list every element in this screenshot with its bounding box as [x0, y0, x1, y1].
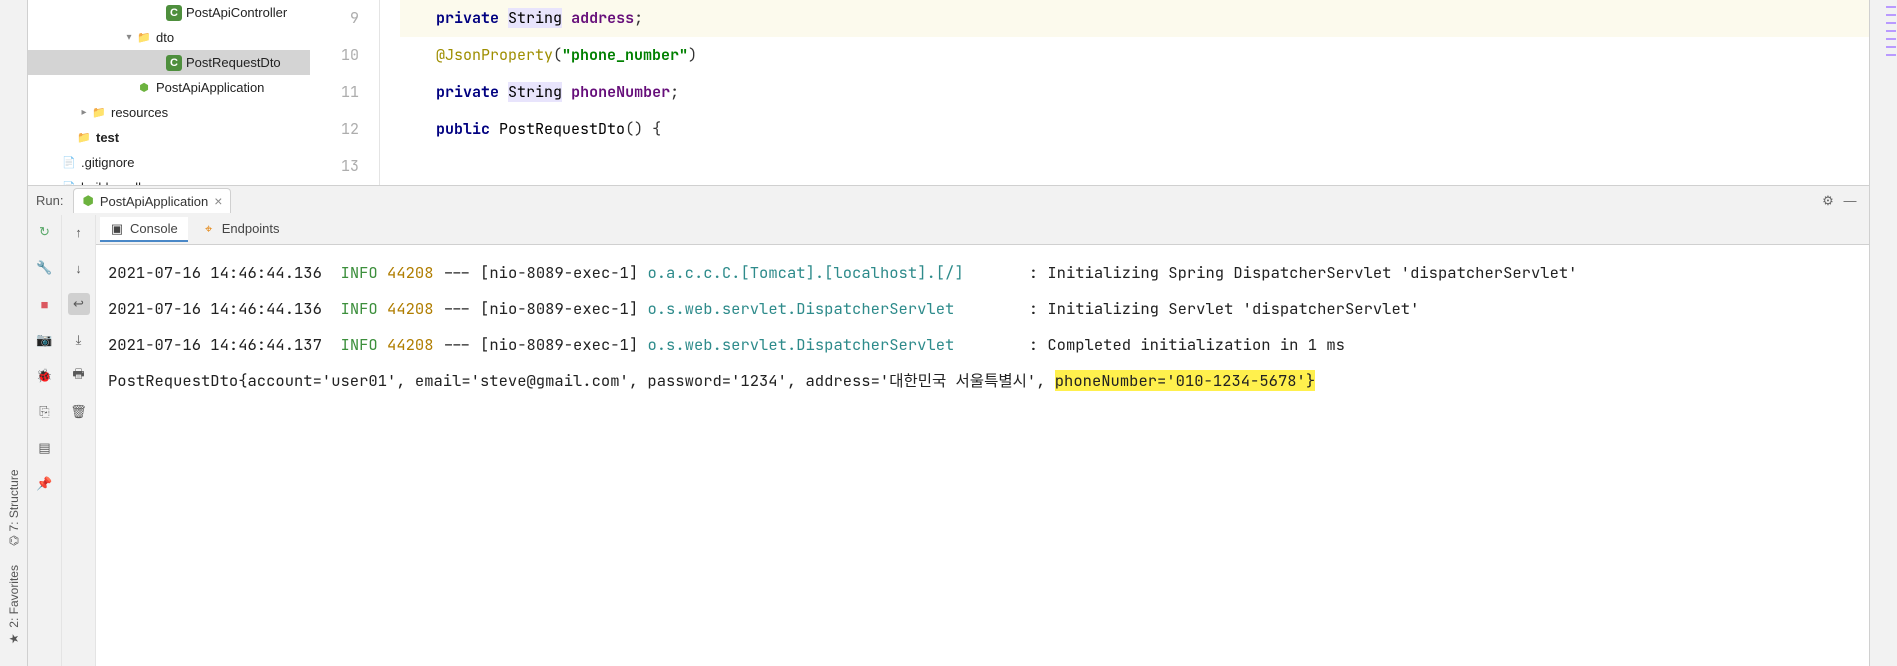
log-line: 2021-07-16 14:46:44.137 INFO 44208 --- [… — [108, 327, 1857, 363]
run-toolwindow-body: ↻ 🔧 ■ 📷 🐞 ⎘ ▤ 📌 ↑ ↓ ↩ ⤓ 🖶 🗑 ▣ Console ⌖ … — [28, 215, 1869, 666]
run-subtabs: ▣ Console ⌖ Endpoints — [96, 215, 1869, 245]
tree-row[interactable]: 📄 .gitignore — [28, 150, 310, 175]
endpoints-tab-label: Endpoints — [222, 221, 280, 236]
code-line[interactable]: private String address; — [400, 0, 1869, 37]
star-icon: ★ — [7, 632, 21, 646]
chevron-icon[interactable] — [62, 131, 76, 145]
log-line: 2021-07-16 14:46:44.136 INFO 44208 --- [… — [108, 291, 1857, 327]
tree-row[interactable]: ⬢ PostApiApplication — [28, 75, 310, 100]
favorites-label: 2: Favorites — [7, 565, 21, 628]
layers-button[interactable]: ▤ — [34, 437, 56, 459]
clear-button[interactable]: 🗑 — [68, 401, 90, 423]
log-line: 2021-07-16 14:46:44.136 INFO 44208 --- [… — [108, 255, 1857, 291]
run-tab-label: PostApiApplication — [100, 194, 208, 209]
chevron-icon[interactable]: ▾ — [122, 31, 136, 45]
endpoints-icon: ⌖ — [202, 222, 216, 236]
editor-code-area[interactable]: private String address; @JsonProperty("p… — [380, 0, 1869, 185]
tree-row[interactable]: ▸📁 resources — [28, 100, 310, 125]
run-toolwindow-header: Run: ⬢ PostApiApplication × ⚙ — — [28, 185, 1869, 215]
console-tab-label: Console — [130, 221, 178, 236]
exit-button[interactable]: ⎘ — [34, 401, 56, 423]
code-editor[interactable]: 910111213 private String address; @JsonP… — [310, 0, 1869, 185]
tree-row[interactable]: ▾📁 dto — [28, 25, 310, 50]
tree-item-label: resources — [111, 105, 168, 120]
run-label: Run: — [36, 193, 63, 208]
folder-icon: 📁 — [76, 130, 92, 146]
spring-icon: ⬢ — [136, 80, 152, 96]
tree-item-label: .gitignore — [81, 155, 134, 170]
tree-item-label: test — [96, 130, 119, 145]
tree-item-label: dto — [156, 30, 174, 45]
print-button[interactable]: 🖶 — [68, 365, 90, 387]
gear-icon[interactable]: ⚙ — [1817, 190, 1839, 212]
chevron-icon[interactable] — [47, 156, 61, 170]
structure-icon: ⌬ — [8, 533, 18, 547]
bug-button[interactable]: 🐞 — [34, 365, 56, 387]
spring-icon: ⬢ — [82, 193, 93, 209]
folder-icon: 📁 — [91, 105, 107, 121]
code-line[interactable]: private String phoneNumber; — [400, 74, 1869, 111]
tree-row[interactable]: C PostRequestDto — [28, 50, 310, 75]
project-tree[interactable]: CPostApiController▾📁dtoCPostRequestDto⬢P… — [28, 0, 310, 185]
tree-row[interactable]: 📄build.gradle — [28, 175, 310, 185]
structure-label: 7: Structure — [7, 469, 21, 531]
file-icon: 📄 — [61, 155, 77, 171]
rerun-button[interactable]: ↻ — [34, 221, 56, 243]
stop-button[interactable]: ■ — [34, 293, 56, 315]
soft-wrap-button[interactable]: ↩ — [68, 293, 90, 315]
run-toolbar-primary: ↻ 🔧 ■ 📷 🐞 ⎘ ▤ 📌 — [28, 215, 62, 666]
code-line[interactable]: @JsonProperty("phone_number") — [400, 37, 1869, 74]
scroll-up-button[interactable]: ↑ — [68, 221, 90, 243]
folder-icon: 📁 — [136, 30, 152, 46]
camera-button[interactable]: 📷 — [34, 329, 56, 351]
error-stripe[interactable] — [1886, 0, 1896, 62]
chevron-icon[interactable] — [152, 6, 166, 20]
left-tool-rail: ⌬ 7: Structure ★ 2: Favorites — [0, 0, 28, 666]
code-line[interactable]: public PostRequestDto() { — [400, 111, 1869, 148]
editor-gutter[interactable]: 910111213 — [310, 0, 380, 185]
tree-item-label: PostApiApplication — [156, 80, 264, 95]
scroll-down-button[interactable]: ↓ — [68, 257, 90, 279]
tree-row[interactable]: C PostApiController — [28, 0, 310, 25]
tab-console[interactable]: ▣ Console — [100, 217, 188, 242]
close-icon[interactable]: × — [214, 193, 222, 209]
tree-item-label: PostApiController — [186, 5, 287, 20]
hide-icon[interactable]: — — [1839, 190, 1861, 212]
right-tool-rail — [1869, 0, 1897, 666]
wrench-button[interactable]: 🔧 — [34, 257, 56, 279]
class-icon: C — [166, 5, 182, 21]
favorites-tool-button[interactable]: ★ 2: Favorites — [7, 565, 21, 646]
class-icon: C — [166, 55, 182, 71]
chevron-icon[interactable]: ▸ — [77, 106, 91, 120]
chevron-icon[interactable] — [152, 56, 166, 70]
scroll-end-button[interactable]: ⤓ — [68, 329, 90, 351]
tree-item-label: PostRequestDto — [186, 55, 281, 70]
console-icon: ▣ — [110, 222, 124, 236]
tree-row[interactable]: 📁 test — [28, 125, 310, 150]
run-toolbar-secondary: ↑ ↓ ↩ ⤓ 🖶 🗑 — [62, 215, 96, 666]
pin-button[interactable]: 📌 — [34, 473, 56, 495]
console-output[interactable]: 2021-07-16 14:46:44.136 INFO 44208 --- [… — [96, 245, 1869, 666]
chevron-icon[interactable] — [122, 81, 136, 95]
tab-endpoints[interactable]: ⌖ Endpoints — [192, 217, 290, 242]
run-config-tab[interactable]: ⬢ PostApiApplication × — [73, 188, 231, 213]
log-object-line: PostRequestDto{account='user01', email='… — [108, 363, 1857, 399]
run-main-area: ▣ Console ⌖ Endpoints 2021-07-16 14:46:4… — [96, 215, 1869, 666]
structure-tool-button[interactable]: ⌬ 7: Structure — [7, 469, 21, 546]
